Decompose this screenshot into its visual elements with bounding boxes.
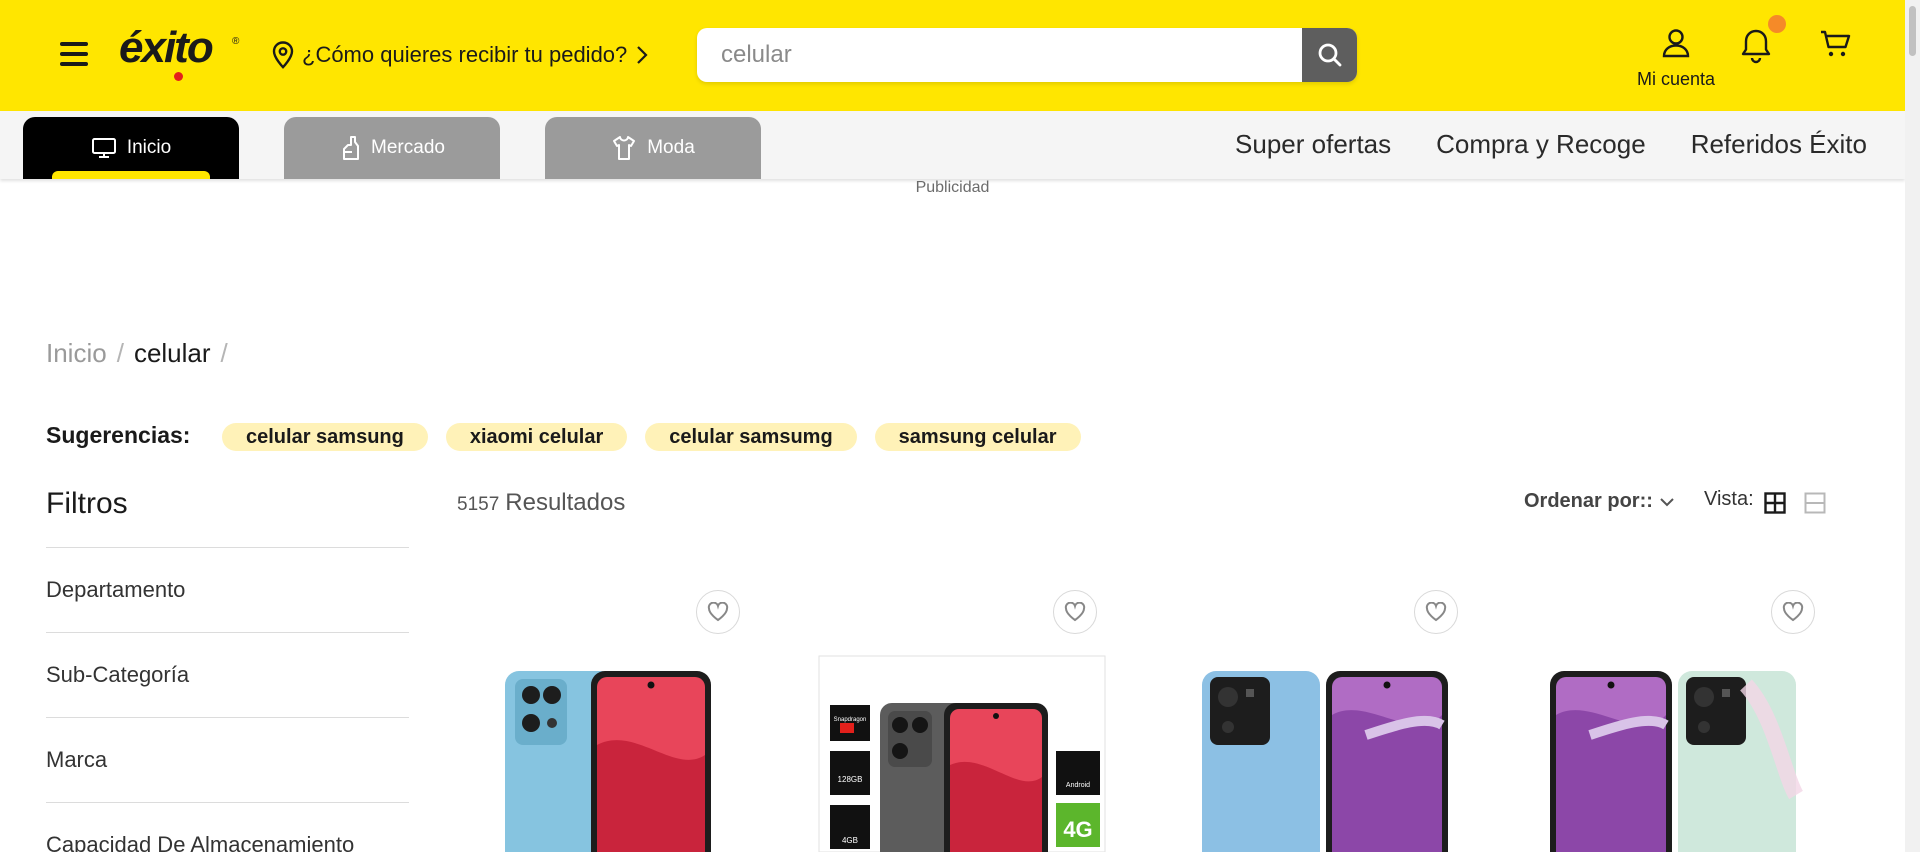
account-button[interactable]: Mi cuenta <box>1630 28 1722 90</box>
heart-icon <box>1782 602 1804 622</box>
search-bar <box>697 28 1357 82</box>
scrollbar-thumb[interactable] <box>1909 6 1916 56</box>
list-view-icon[interactable] <box>1804 492 1826 514</box>
logo-registered-mark: ® <box>232 36 240 47</box>
tab-label: Mercado <box>371 137 445 158</box>
tab-label: Inicio <box>126 137 172 158</box>
tab-label: Moda <box>647 137 695 158</box>
menu-icon[interactable] <box>60 40 88 68</box>
search-button[interactable] <box>1302 28 1357 82</box>
search-icon <box>1318 43 1341 67</box>
view-label: Vista: <box>1704 488 1754 510</box>
top-header: éxito ® ¿Cómo quieres recibir tu pedido?… <box>0 0 1905 111</box>
cart-icon <box>1821 30 1851 57</box>
phone-gray-specs-icon[interactable]: 128GB 4GB Snapdragon Android 4G <box>818 655 1106 852</box>
breadcrumb: Inicio / celular / <box>46 338 228 369</box>
active-tab-indicator <box>52 171 210 179</box>
chevron-right-icon <box>637 46 648 64</box>
account-label: Mi cuenta <box>1636 69 1716 89</box>
phone-blue-red-icon[interactable] <box>455 655 743 852</box>
category-nav: Inicio Mercado Moda Super ofertas Compra… <box>0 111 1905 179</box>
cart-button[interactable] <box>1819 28 1853 62</box>
ram-badge: 4GB <box>842 836 858 845</box>
os-badge: Android <box>1066 782 1090 789</box>
filters-title: Filtros <box>46 487 128 520</box>
tab-moda[interactable]: Moda <box>545 117 761 179</box>
storage-badge: 128GB <box>838 775 863 784</box>
notifications-button[interactable] <box>1739 28 1775 64</box>
suggestion-chip[interactable]: xiaomi celular <box>445 423 628 451</box>
user-icon <box>1662 29 1690 58</box>
page-scrollbar[interactable] <box>1905 0 1920 852</box>
bell-icon <box>1741 29 1771 64</box>
tab-mercado[interactable]: Mercado <box>284 117 500 179</box>
search-input[interactable] <box>697 28 1302 82</box>
nav-link-compra-y-recoge[interactable]: Compra y Recoge <box>1436 129 1646 160</box>
breadcrumb-home[interactable]: Inicio <box>46 338 107 369</box>
wishlist-button[interactable] <box>696 590 740 634</box>
shirt-icon <box>613 136 636 160</box>
heart-icon <box>1064 602 1086 622</box>
promo-links: Super ofertas Compra y Recoge Referidos … <box>1235 129 1867 160</box>
breadcrumb-separator: / <box>220 338 228 368</box>
product-card[interactable]: 128GB 4GB Snapdragon Android 4G <box>818 655 1106 852</box>
sort-dropdown[interactable]: Ordenar por:: <box>1524 490 1675 513</box>
nav-link-referidos[interactable]: Referidos Éxito <box>1691 129 1867 160</box>
suggestion-chip[interactable]: samsung celular <box>874 423 1081 451</box>
results-label: Resultados <box>505 489 626 516</box>
suggestion-chips: celular samsung xiaomi celular celular s… <box>222 423 1081 451</box>
product-card[interactable] <box>1534 655 1822 852</box>
sort-label: Ordenar por:: <box>1524 490 1653 512</box>
chip-badge: Snapdragon <box>834 717 867 723</box>
suggestion-chip[interactable]: celular samsumg <box>645 423 857 451</box>
filter-sub-categoria[interactable]: Sub-Categoría <box>46 632 409 717</box>
location-pin-icon <box>272 41 294 69</box>
phone-mint-purple-icon[interactable] <box>1534 655 1822 852</box>
filter-departamento[interactable]: Departamento <box>46 547 409 632</box>
product-card[interactable] <box>1176 655 1464 852</box>
4g-badge: 4G <box>1063 817 1092 842</box>
results-count: 5157 Resultados <box>457 489 625 517</box>
logo-dot <box>174 72 183 81</box>
notification-badge <box>1768 15 1786 33</box>
suggestions-label: Sugerencias: <box>46 422 191 448</box>
exito-logo[interactable]: éxito <box>119 26 214 70</box>
tab-inicio[interactable]: Inicio <box>23 117 239 179</box>
product-card[interactable] <box>455 655 743 852</box>
chevron-down-icon <box>1660 497 1674 506</box>
phone-blue-purple-icon[interactable] <box>1176 655 1464 852</box>
suggestion-chip[interactable]: celular samsung <box>222 423 428 451</box>
delivery-selector[interactable]: ¿Cómo quieres recibir tu pedido? <box>272 40 649 70</box>
breadcrumb-separator: / <box>116 338 124 368</box>
wishlist-button[interactable] <box>1414 590 1458 634</box>
breadcrumb-current: celular <box>133 338 211 368</box>
filter-capacidad[interactable]: Capacidad De Almacenamiento <box>46 802 409 852</box>
monitor-icon <box>91 138 116 158</box>
nav-link-super-ofertas[interactable]: Super ofertas <box>1235 129 1391 160</box>
heart-icon <box>707 602 729 622</box>
wishlist-button[interactable] <box>1771 590 1815 634</box>
results-number: 5157 <box>457 494 500 515</box>
grid-view-icon[interactable] <box>1764 492 1786 514</box>
heart-icon <box>1425 602 1447 622</box>
filter-marca[interactable]: Marca <box>46 717 409 802</box>
delivery-prompt: ¿Cómo quieres recibir tu pedido? <box>302 42 628 67</box>
bottle-icon <box>343 136 360 160</box>
wishlist-button[interactable] <box>1053 590 1097 634</box>
ad-label: Publicidad <box>915 179 990 196</box>
